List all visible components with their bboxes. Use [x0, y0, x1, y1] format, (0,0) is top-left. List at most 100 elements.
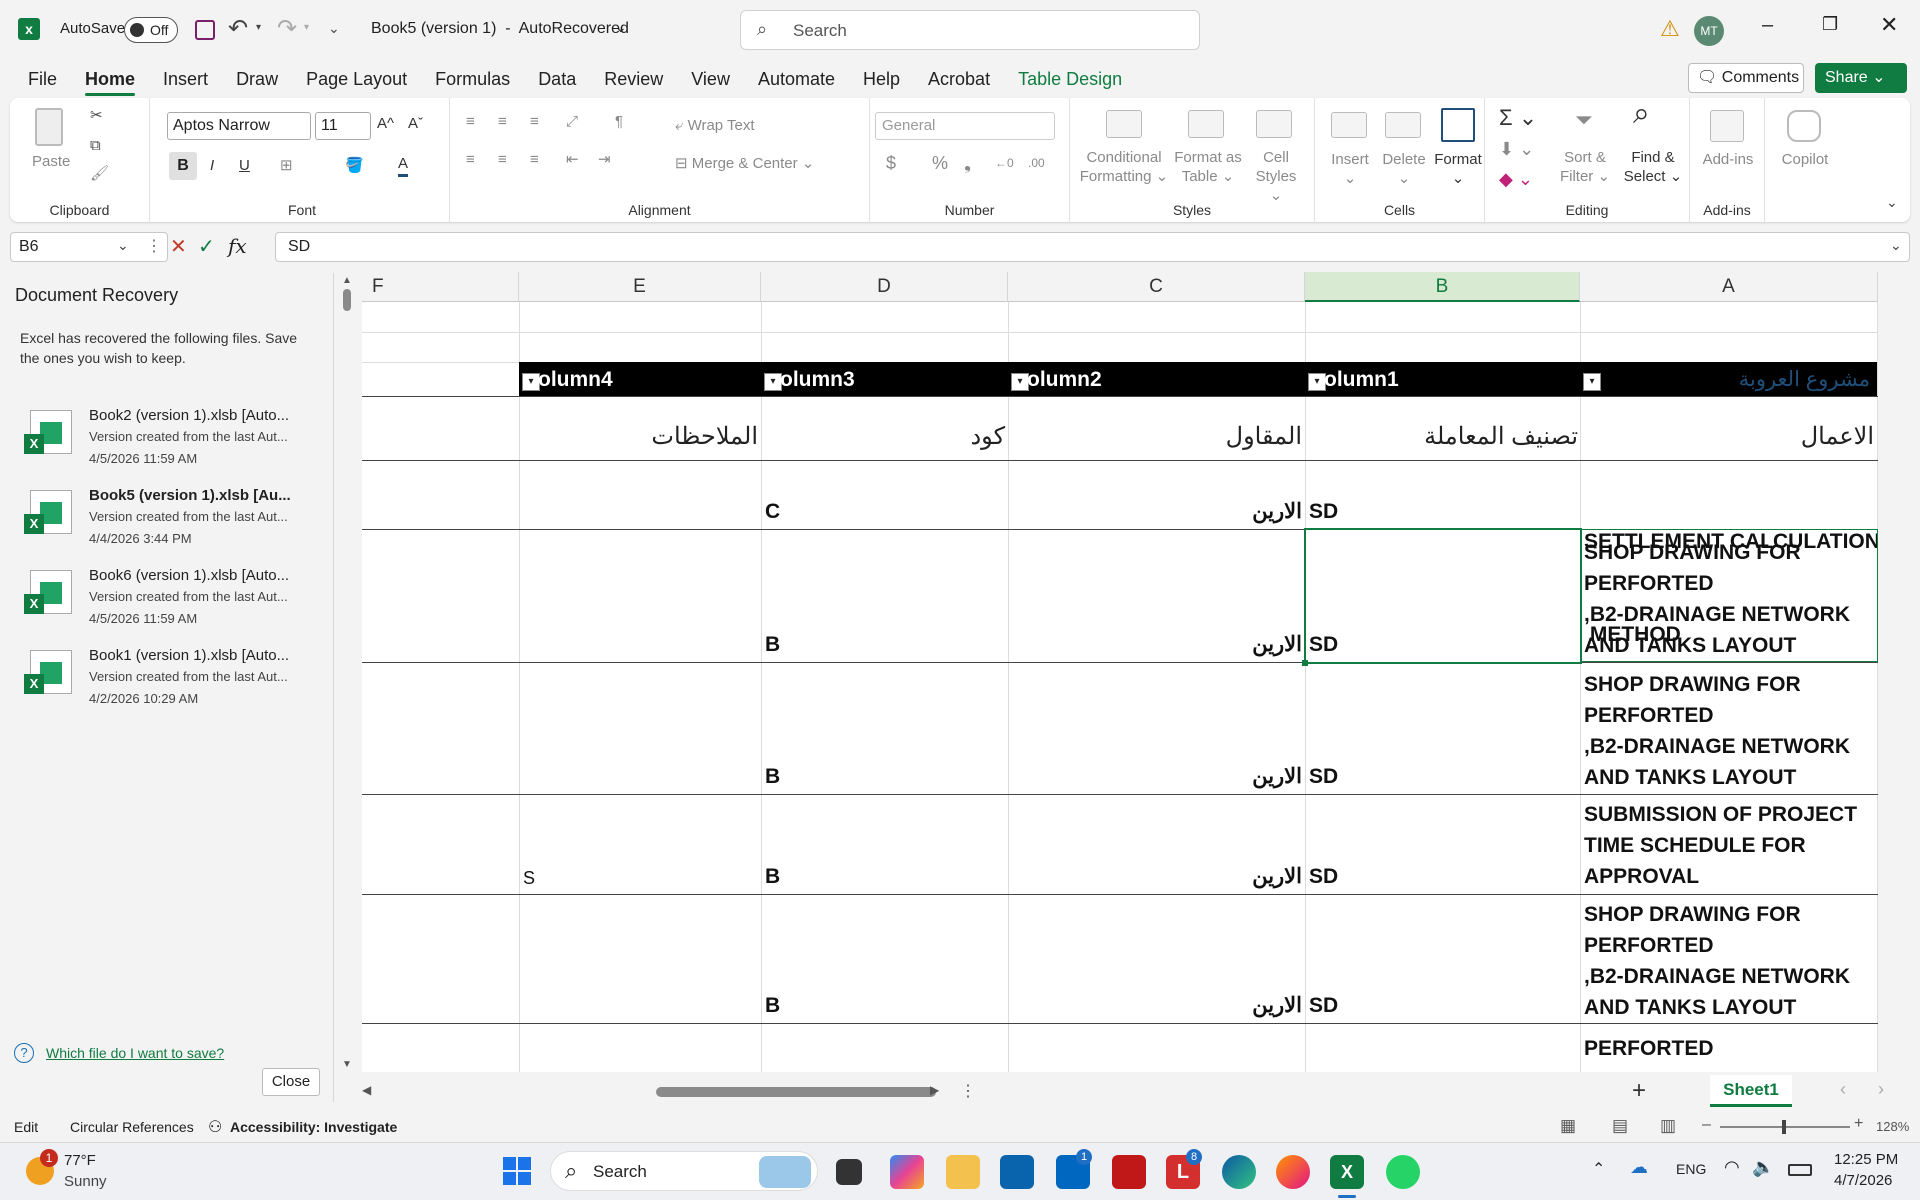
- tab-acrobat[interactable]: Acrobat: [914, 60, 1004, 98]
- sort-filter-button[interactable]: Sort & Filter ⌄: [1557, 148, 1613, 186]
- find-select-button[interactable]: Find & Select ⌄: [1620, 148, 1686, 186]
- tab-page-layout[interactable]: Page Layout: [292, 60, 421, 98]
- orientation-icon[interactable]: ⤢: [566, 112, 578, 131]
- cell-b6[interactable]: SD: [1309, 633, 1338, 657]
- taskbar-search[interactable]: ⌕ Search: [550, 1151, 818, 1191]
- share-button[interactable]: Share ⌄: [1815, 63, 1907, 93]
- cell-b8[interactable]: SD: [1309, 865, 1338, 889]
- page-break-view-icon[interactable]: ▥: [1660, 1116, 1676, 1136]
- undo-dropdown-icon[interactable]: ▾: [256, 22, 261, 33]
- conditional-formatting-button[interactable]: Conditional Formatting ⌄: [1076, 148, 1172, 186]
- active-cell[interactable]: [1304, 528, 1582, 664]
- tab-insert[interactable]: Insert: [149, 60, 222, 98]
- add-sheet-icon[interactable]: +: [1632, 1077, 1646, 1105]
- tab-data[interactable]: Data: [524, 60, 590, 98]
- copy-icon[interactable]: ⧉: [90, 136, 101, 155]
- cell-d9[interactable]: B: [765, 994, 780, 1018]
- volume-icon[interactable]: 🔈: [1752, 1157, 1774, 1178]
- clock-time[interactable]: 12:25 PM: [1834, 1151, 1898, 1168]
- whatsapp-icon[interactable]: [1386, 1155, 1420, 1189]
- align-left-icon[interactable]: ≡: [466, 150, 475, 169]
- cell-styles-button[interactable]: Cell Styles ⌄: [1248, 148, 1304, 205]
- more-options-icon[interactable]: ⋮: [146, 236, 162, 256]
- start-icon[interactable]: [503, 1157, 531, 1185]
- save-icon[interactable]: [195, 20, 215, 40]
- comma-icon[interactable]: ❟: [964, 154, 971, 173]
- tab-view[interactable]: View: [677, 60, 744, 98]
- align-center-icon[interactable]: ≡: [498, 150, 507, 169]
- format-painter-icon[interactable]: 🖌: [90, 164, 109, 183]
- percent-icon[interactable]: %: [932, 154, 948, 173]
- prev-sheet-icon[interactable]: ‹: [1840, 1079, 1846, 1100]
- next-sheet-icon[interactable]: ›: [1878, 1079, 1884, 1100]
- firefox-icon[interactable]: [1276, 1155, 1310, 1189]
- autosave-toggle[interactable]: Off: [124, 17, 178, 43]
- table-header-cell[interactable]: olumn2: [1027, 368, 1102, 392]
- fill-color-icon[interactable]: 🪣: [345, 156, 364, 175]
- italic-button[interactable]: I: [210, 156, 214, 175]
- language-indicator[interactable]: ENG: [1676, 1161, 1706, 1177]
- currency-icon[interactable]: $: [886, 154, 896, 173]
- insert-function-icon[interactable]: fx: [228, 234, 247, 258]
- scroll-thumb[interactable]: [343, 289, 351, 311]
- formula-input[interactable]: SD: [275, 232, 1910, 262]
- column-header-a[interactable]: A: [1580, 272, 1878, 302]
- tray-chevron-icon[interactable]: ⌃: [1592, 1159, 1605, 1179]
- fill-icon[interactable]: ⬇ ⌄: [1499, 140, 1534, 159]
- number-format-select[interactable]: General: [875, 112, 1055, 140]
- cancel-icon[interactable]: ✕: [170, 234, 187, 259]
- cell-a6[interactable]: SHOP DRAWING FOR PERFORTED ,B2-DRAINAGE …: [1584, 537, 1850, 661]
- tab-formulas[interactable]: Formulas: [421, 60, 524, 98]
- decrease-font-icon[interactable]: Aˇ: [408, 114, 423, 133]
- font-color-icon[interactable]: A: [398, 154, 409, 177]
- close-icon[interactable]: ✕: [1880, 12, 1898, 38]
- excel-app-icon[interactable]: X: [1330, 1155, 1364, 1189]
- task-view-icon[interactable]: [836, 1159, 862, 1185]
- name-box[interactable]: B6: [10, 232, 168, 262]
- arabic-header-cell[interactable]: الاعمال: [1801, 422, 1874, 451]
- cell-d7[interactable]: B: [765, 765, 780, 789]
- arabic-header-cell[interactable]: كود: [970, 422, 1005, 451]
- circular-references[interactable]: Circular References: [70, 1119, 194, 1135]
- zoom-slider-thumb[interactable]: [1782, 1120, 1786, 1134]
- comments-button[interactable]: 🗨 Comments: [1688, 63, 1804, 93]
- column-header-d[interactable]: D: [761, 272, 1008, 302]
- underline-button[interactable]: U: [239, 156, 250, 175]
- filter-button[interactable]: ▾: [1583, 373, 1601, 391]
- search-box[interactable]: ⌕ Search: [740, 10, 1200, 50]
- horizontal-scroll-thumb[interactable]: [656, 1087, 936, 1097]
- cell-d8[interactable]: B: [765, 865, 780, 889]
- cell-b5[interactable]: SD: [1309, 500, 1338, 524]
- redo-icon[interactable]: ↷: [277, 14, 297, 43]
- addins-button[interactable]: Add-ins: [1698, 150, 1758, 169]
- paste-button[interactable]: Paste: [32, 152, 70, 171]
- close-pane-button[interactable]: Close: [262, 1068, 320, 1096]
- align-right-icon[interactable]: ≡: [530, 150, 539, 169]
- column-header-e[interactable]: E: [519, 272, 761, 302]
- enter-icon[interactable]: ✓: [198, 234, 215, 259]
- cell-a7[interactable]: SHOP DRAWING FOR PERFORTED ,B2-DRAINAGE …: [1584, 669, 1850, 793]
- maximize-icon[interactable]: ❐: [1822, 14, 1838, 35]
- borders-icon[interactable]: ⊞: [280, 156, 293, 175]
- insert-cells-button[interactable]: Insert ⌄: [1327, 150, 1373, 188]
- cut-icon[interactable]: ✂: [90, 106, 103, 125]
- cell-a9[interactable]: SHOP DRAWING FOR PERFORTED ,B2-DRAINAGE …: [1584, 899, 1850, 1023]
- onedrive-icon[interactable]: ☁: [1630, 1157, 1648, 1178]
- delete-cells-button[interactable]: Delete ⌄: [1381, 150, 1427, 188]
- cell-c9[interactable]: الارين: [1252, 993, 1302, 1018]
- sheet-tab[interactable]: Sheet1: [1710, 1075, 1792, 1107]
- column-header-f[interactable]: F: [362, 272, 519, 302]
- tab-table-design[interactable]: Table Design: [1004, 60, 1136, 98]
- mcafee-icon[interactable]: [1112, 1155, 1146, 1189]
- cell-d6[interactable]: B: [765, 633, 780, 657]
- increase-decimal-icon[interactable]: ←0: [995, 154, 1014, 173]
- text-direction-icon[interactable]: ¶: [615, 112, 623, 131]
- scroll-down-icon[interactable]: ▼: [342, 1059, 352, 1070]
- wifi-icon[interactable]: ◠: [1724, 1157, 1740, 1178]
- column-header-c[interactable]: C: [1008, 272, 1305, 302]
- tab-automate[interactable]: Automate: [744, 60, 849, 98]
- recovered-file[interactable]: X Book6 (version 1).xlsb [Auto... Versio…: [24, 567, 324, 647]
- table-header-cell[interactable]: olumn3: [780, 368, 855, 392]
- cell-a10[interactable]: PERFORTED: [1584, 1033, 1714, 1064]
- accessibility-status[interactable]: Accessibility: Investigate: [230, 1119, 397, 1135]
